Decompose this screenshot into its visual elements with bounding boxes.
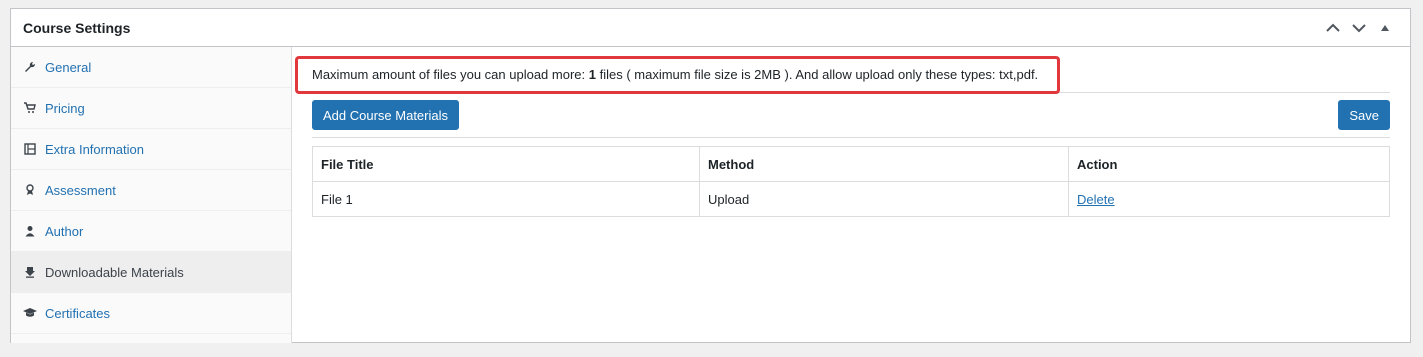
header-actions bbox=[1320, 15, 1398, 41]
user-icon bbox=[23, 224, 37, 238]
remaining-file-count: 1 bbox=[588, 66, 596, 82]
sidebar-item-general[interactable]: General bbox=[11, 47, 291, 88]
download-icon bbox=[23, 265, 37, 279]
sidebar-item-assessment[interactable]: Assessment bbox=[11, 170, 291, 211]
sidebar-item-label: Extra Information bbox=[45, 141, 144, 157]
wrench-icon bbox=[23, 60, 37, 74]
sidebar-item-author[interactable]: Author bbox=[11, 211, 291, 252]
chevron-down-icon[interactable] bbox=[1346, 15, 1372, 41]
cart-icon bbox=[23, 101, 37, 115]
chevron-up-icon[interactable] bbox=[1320, 15, 1346, 41]
action-cell: Delete bbox=[1068, 181, 1390, 217]
panel-header: Course Settings bbox=[11, 9, 1410, 47]
sidebar-item-label: Assessment bbox=[45, 182, 116, 198]
settings-sidebar: General Pricing Extra Information Assess… bbox=[11, 47, 292, 343]
save-button[interactable]: Save bbox=[1338, 100, 1390, 130]
sidebar-item-label: Certificates bbox=[45, 305, 111, 321]
method-cell: Upload bbox=[699, 181, 1069, 217]
column-header-file-title: File Title bbox=[312, 146, 700, 182]
table-row: File 1 Upload Delete bbox=[312, 181, 1390, 217]
delete-link[interactable]: Delete bbox=[1077, 192, 1115, 207]
divider bbox=[312, 137, 1390, 138]
notice-suffix: files ( maximum file size is 2MB ). And … bbox=[595, 66, 1039, 82]
graduation-cap-icon bbox=[23, 306, 37, 320]
file-title-cell: File 1 bbox=[312, 181, 700, 217]
notice-prefix: Maximum amount of files you can upload m… bbox=[312, 66, 589, 82]
sidebar-item-pricing[interactable]: Pricing bbox=[11, 88, 291, 129]
column-header-action: Action bbox=[1068, 146, 1390, 182]
panel-title: Course Settings bbox=[23, 19, 131, 36]
sidebar-item-label: General bbox=[45, 59, 92, 75]
film-icon bbox=[23, 142, 37, 156]
materials-toolbar: Add Course Materials Save bbox=[312, 93, 1390, 137]
materials-table: File Title Method Action File 1 Upload D… bbox=[312, 146, 1390, 217]
course-settings-panel: Course Settings General Pricing Extra In… bbox=[10, 8, 1411, 343]
sidebar-item-label: Pricing bbox=[45, 100, 85, 116]
award-icon bbox=[23, 183, 37, 197]
sidebar-item-extra-information[interactable]: Extra Information bbox=[11, 129, 291, 170]
table-header-row: File Title Method Action bbox=[312, 146, 1390, 182]
sidebar-item-label: Author bbox=[45, 223, 84, 239]
materials-content: Maximum amount of files you can upload m… bbox=[292, 47, 1410, 343]
notice-text: Maximum amount of files you can upload m… bbox=[312, 67, 1038, 82]
sidebar-item-label: Downloadable Materials bbox=[45, 264, 184, 280]
sidebar-item-certificates[interactable]: Certificates bbox=[11, 293, 291, 334]
add-course-materials-button[interactable]: Add Course Materials bbox=[312, 100, 459, 130]
upload-limit-notice: Maximum amount of files you can upload m… bbox=[295, 47, 1390, 94]
triangle-up-icon[interactable] bbox=[1372, 15, 1398, 41]
sidebar-item-downloadable-materials[interactable]: Downloadable Materials bbox=[11, 252, 291, 293]
column-header-method: Method bbox=[699, 146, 1069, 182]
